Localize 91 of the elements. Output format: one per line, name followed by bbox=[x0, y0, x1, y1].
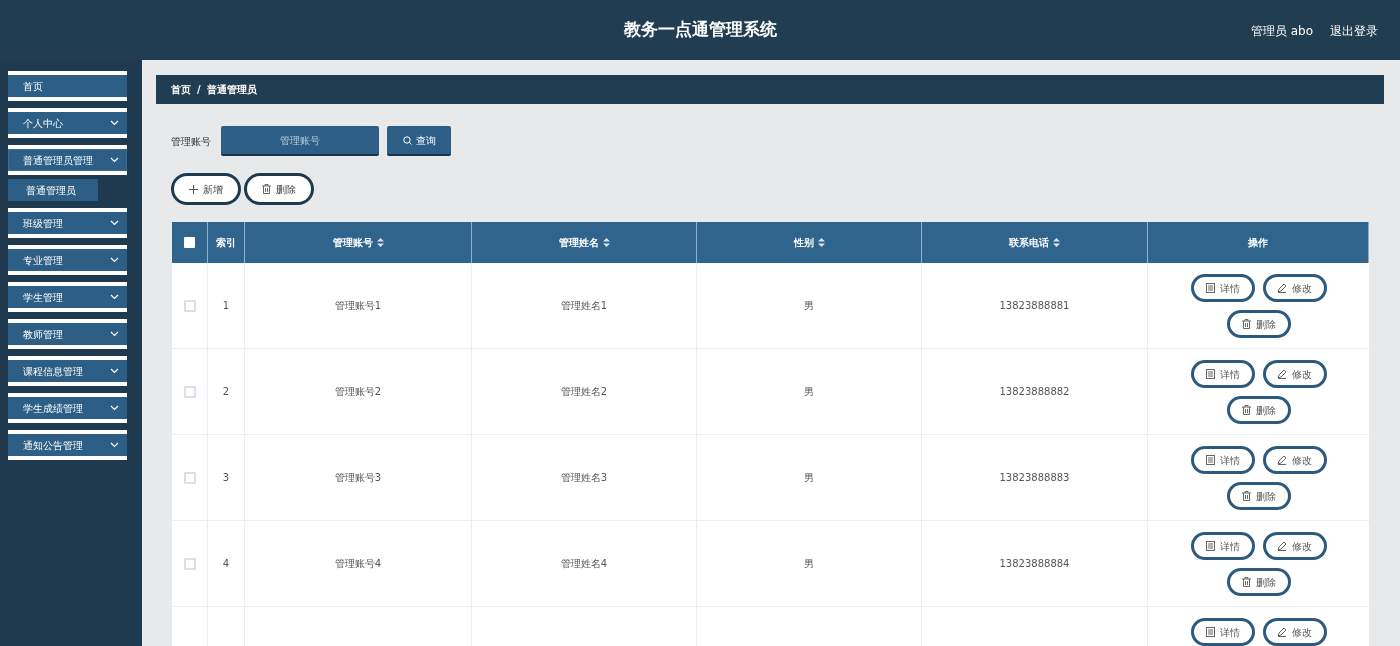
sidebar-item[interactable]: 教师管理 bbox=[8, 319, 127, 349]
table-cell-text: 管理姓名4 bbox=[560, 557, 608, 571]
sidebar-item[interactable]: 普通管理员管理 bbox=[8, 145, 127, 175]
chevron-down-icon bbox=[110, 257, 119, 263]
trash-icon bbox=[1241, 491, 1251, 501]
sidebar-item[interactable]: 班级管理 bbox=[8, 208, 127, 238]
edit-button[interactable]: 修改 bbox=[1262, 618, 1327, 646]
edit-button[interactable]: 修改 bbox=[1262, 446, 1327, 474]
document-icon bbox=[1205, 541, 1215, 551]
sidebar-item[interactable]: 学生管理 bbox=[8, 282, 127, 312]
table-cell-text: 13823888881 bbox=[999, 299, 1070, 313]
document-icon bbox=[1205, 283, 1215, 293]
chevron-down-icon bbox=[110, 220, 119, 226]
table-cell-text: 13823888883 bbox=[999, 471, 1070, 485]
chevron-down-icon bbox=[110, 368, 119, 374]
delete-button[interactable]: 删除 bbox=[1226, 568, 1291, 596]
chevron-down-icon bbox=[110, 294, 119, 300]
trash-icon bbox=[262, 184, 271, 194]
row-checkbox[interactable] bbox=[183, 471, 196, 484]
search-field[interactable]: 管理账号 bbox=[221, 126, 379, 156]
detail-button[interactable]: 详情 bbox=[1190, 274, 1255, 302]
table-cell-text: 13823888884 bbox=[999, 557, 1070, 571]
pencil-icon bbox=[1277, 541, 1287, 551]
pencil-icon bbox=[1277, 283, 1287, 293]
table-cell-text: 管理账号3 bbox=[334, 471, 382, 485]
table-cell-text: 13823888882 bbox=[999, 385, 1070, 399]
pencil-icon bbox=[1277, 455, 1287, 465]
delete-button[interactable]: 删除 bbox=[1226, 482, 1291, 510]
table-cell-text: 男 bbox=[804, 385, 814, 399]
table-cell-text: 管理姓名3 bbox=[560, 471, 608, 485]
edit-button[interactable]: 修改 bbox=[1262, 360, 1327, 388]
chevron-down-icon bbox=[110, 120, 119, 126]
document-icon bbox=[1205, 627, 1215, 637]
row-checkbox[interactable] bbox=[183, 557, 196, 570]
sort-icon bbox=[376, 238, 384, 247]
sort-icon bbox=[1053, 238, 1060, 247]
detail-button[interactable]: 详情 bbox=[1190, 360, 1255, 388]
breadcrumb-link[interactable]: 首页 bbox=[171, 82, 191, 97]
chevron-down-icon bbox=[110, 405, 119, 411]
plus-icon bbox=[189, 184, 198, 194]
search-icon bbox=[402, 135, 412, 145]
detail-button[interactable]: 详情 bbox=[1190, 618, 1255, 646]
table-cell-text: 男 bbox=[804, 471, 814, 485]
sidebar-subitem[interactable]: 普通管理员 bbox=[8, 179, 98, 201]
delete-button[interactable]: 删除 bbox=[1226, 396, 1291, 424]
table-cell-text: 管理账号4 bbox=[334, 557, 382, 571]
breadcrumb-link[interactable]: 普通管理员 bbox=[206, 82, 257, 97]
chevron-down-icon bbox=[110, 331, 119, 337]
breadcrumb-separator: / bbox=[197, 83, 201, 97]
app-title: 教务一点通管理系统 bbox=[623, 18, 777, 42]
sort-icon bbox=[602, 238, 610, 247]
document-icon bbox=[1205, 455, 1215, 465]
table-cell-text: 男 bbox=[804, 557, 814, 571]
table-cell-text: 1 bbox=[222, 299, 230, 313]
table-cell-text: 管理账号2 bbox=[334, 385, 382, 399]
sort-icon bbox=[817, 238, 825, 247]
sidebar-item[interactable]: 课程信息管理 bbox=[8, 356, 127, 386]
user-label: 管理员 abo bbox=[1250, 23, 1313, 40]
edit-button[interactable]: 修改 bbox=[1262, 274, 1327, 302]
row-checkbox[interactable] bbox=[183, 299, 196, 312]
detail-button[interactable]: 详情 bbox=[1190, 532, 1255, 560]
sidebar-item[interactable]: 专业管理 bbox=[8, 245, 127, 275]
row-checkbox[interactable] bbox=[183, 385, 196, 398]
trash-icon bbox=[1241, 405, 1251, 415]
sidebar-item[interactable]: 通知公告管理 bbox=[8, 430, 127, 460]
delete-button[interactable]: 删除 bbox=[244, 173, 314, 205]
table-cell-text: 3 bbox=[222, 471, 230, 485]
table-cell-text: 管理账号1 bbox=[334, 299, 382, 313]
pencil-icon bbox=[1277, 369, 1287, 379]
edit-button[interactable]: 修改 bbox=[1262, 532, 1327, 560]
document-icon bbox=[1205, 369, 1215, 379]
pencil-icon bbox=[1277, 627, 1287, 637]
select-all-checkbox[interactable] bbox=[184, 237, 195, 248]
table-cell-text: 男 bbox=[804, 299, 814, 313]
search-label: 管理账号 bbox=[171, 134, 211, 149]
logout-link[interactable]: 退出登录 bbox=[1330, 22, 1378, 40]
table-cell-text: 2 bbox=[222, 385, 230, 399]
table-cell-text: 管理姓名1 bbox=[560, 299, 608, 313]
sidebar-item[interactable]: 首页 bbox=[8, 71, 127, 101]
sidebar-item[interactable]: 学生成绩管理 bbox=[8, 393, 127, 423]
sidebar-item[interactable]: 个人中心 bbox=[8, 108, 127, 138]
trash-icon bbox=[1241, 319, 1251, 329]
table-cell-text: 4 bbox=[222, 557, 230, 571]
chevron-down-icon bbox=[110, 442, 119, 448]
delete-button[interactable]: 删除 bbox=[1226, 310, 1291, 338]
chevron-down-icon bbox=[110, 157, 119, 163]
search-button[interactable]: 查询 bbox=[387, 126, 451, 156]
add-button[interactable]: 新增 bbox=[171, 173, 241, 205]
detail-button[interactable]: 详情 bbox=[1190, 446, 1255, 474]
trash-icon bbox=[1241, 577, 1251, 587]
table-cell-text: 管理姓名2 bbox=[560, 385, 608, 399]
